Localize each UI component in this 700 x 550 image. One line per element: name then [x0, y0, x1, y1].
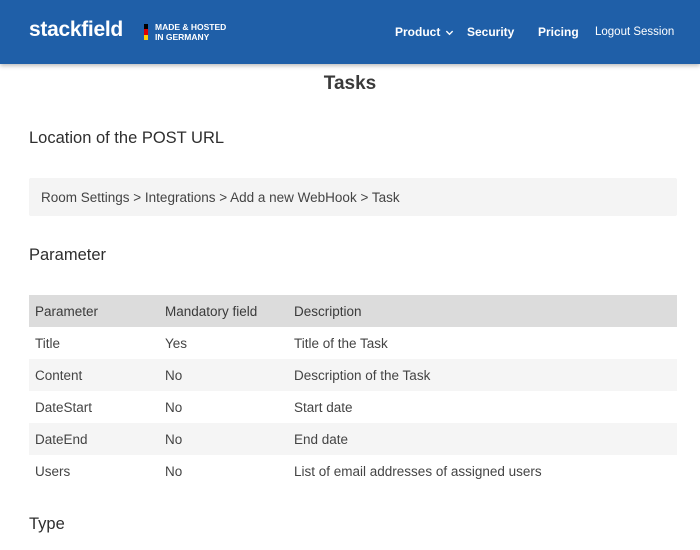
cell-description: List of email addresses of assigned user… [294, 463, 542, 479]
table-header-row: Parameter Mandatory field Description [29, 295, 677, 327]
cell-mandatory: Yes [165, 335, 188, 351]
post-url-location-box: Room Settings > Integrations > Add a new… [29, 178, 677, 216]
column-header-description: Description [288, 295, 677, 327]
cell-parameter: DateEnd [29, 423, 159, 455]
table-row: DateStart No Start date [29, 391, 677, 423]
cell-description: Description of the Task [288, 359, 677, 391]
cell-mandatory: No [165, 463, 183, 479]
stackfield-logo[interactable]: stackfield [29, 18, 123, 42]
table-row: DateEnd No End date [29, 423, 677, 455]
nav-product[interactable]: Product [395, 0, 454, 64]
cell-parameter: Users [35, 463, 71, 479]
site-header: stackfield MADE & HOSTED IN GERMANY Prod… [0, 0, 700, 64]
tagline-line-1: MADE & HOSTED [155, 22, 227, 32]
type-heading: Type [29, 515, 65, 533]
table-row: Content No Description of the Task [29, 359, 677, 391]
table-row: Users No List of email addresses of assi… [29, 455, 677, 487]
column-header-mandatory: Mandatory field [159, 295, 288, 327]
nav-pricing[interactable]: Pricing [538, 0, 579, 64]
cell-parameter: DateStart [35, 399, 93, 415]
cell-description: End date [288, 423, 677, 455]
column-header-parameter: Parameter [29, 295, 159, 327]
cell-mandatory: No [159, 423, 288, 455]
cell-description: Start date [294, 399, 353, 415]
cell-parameter: Title [35, 335, 61, 351]
nav-security[interactable]: Security [467, 0, 514, 64]
cell-mandatory: No [165, 399, 183, 415]
post-url-location-path: Room Settings > Integrations > Add a new… [41, 189, 400, 205]
made-hosted-tagline: MADE & HOSTED IN GERMANY [155, 22, 226, 42]
germany-flag-icon [144, 24, 148, 40]
location-heading: Location of the POST URL [29, 129, 225, 147]
cell-parameter: Content [29, 359, 159, 391]
logout-session-link[interactable]: Logout Session [595, 0, 674, 64]
page-title: Tasks [323, 73, 377, 94]
nav-product-label: Product [395, 25, 441, 39]
parameter-table: Parameter Mandatory field Description Ti… [29, 295, 677, 487]
cell-description: Title of the Task [294, 335, 388, 351]
table-row: Title Yes Title of the Task [29, 327, 677, 359]
parameter-heading: Parameter [29, 246, 107, 264]
cell-mandatory: No [159, 359, 288, 391]
tagline-line-2: IN GERMANY [155, 32, 210, 42]
chevron-down-icon [445, 28, 454, 37]
